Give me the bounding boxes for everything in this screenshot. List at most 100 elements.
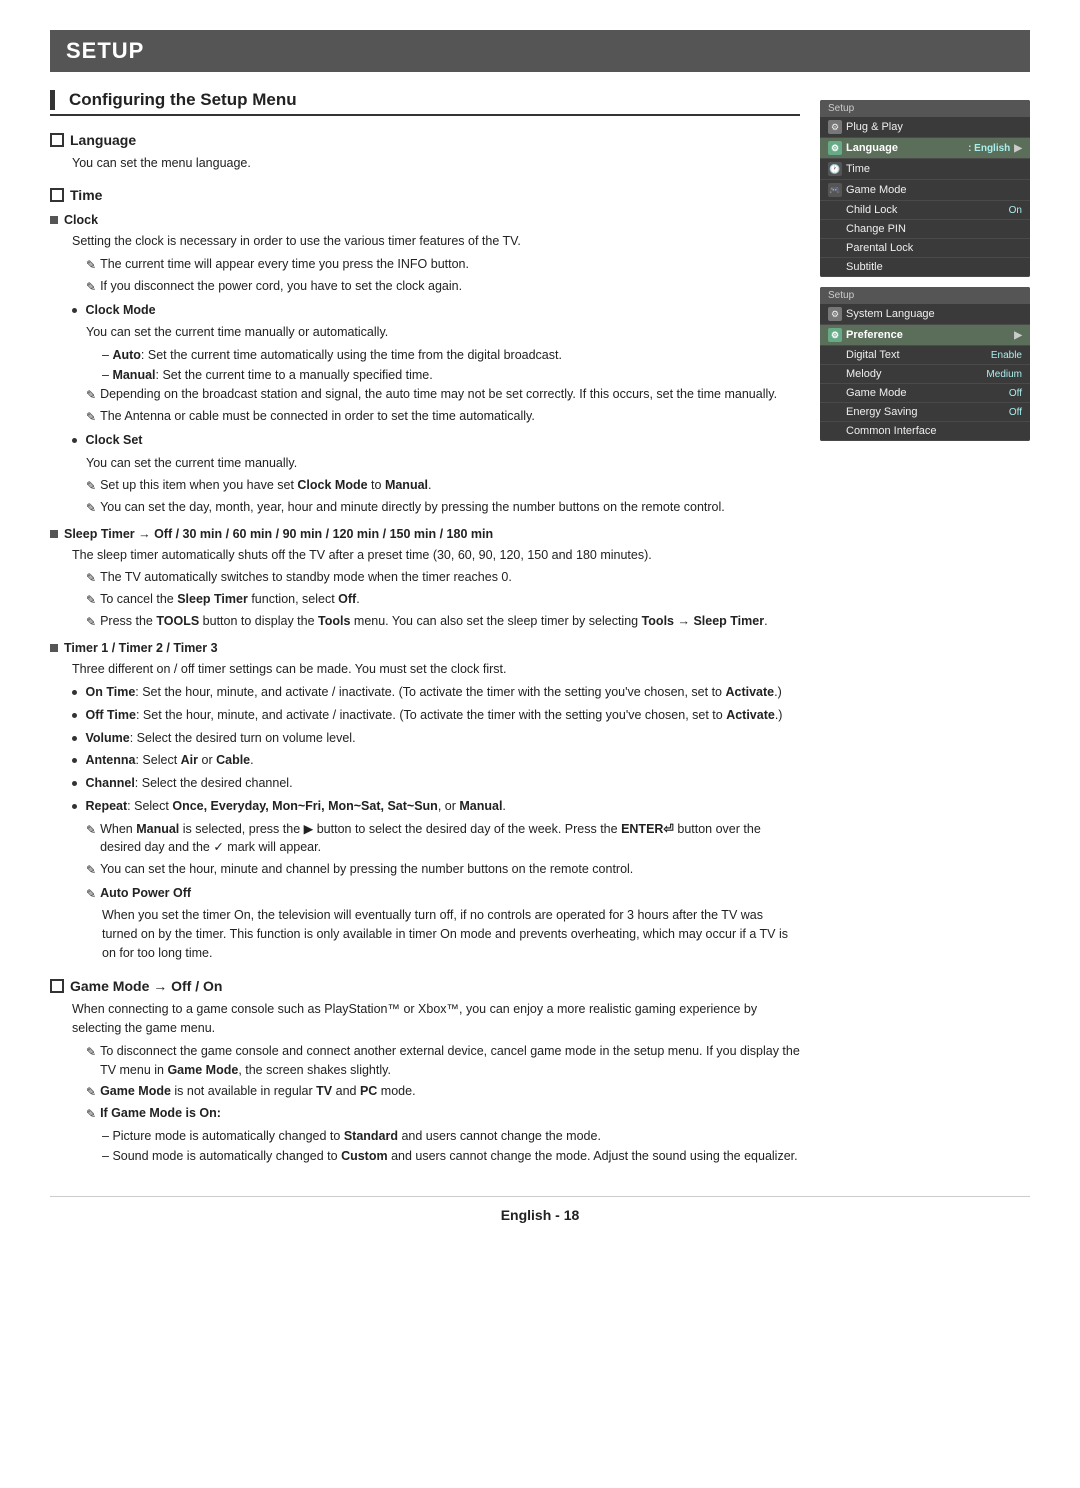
clock-mode-header: Clock Mode bbox=[72, 301, 800, 320]
footer-text: English - 18 bbox=[501, 1207, 580, 1223]
time-icon: 🕐 bbox=[828, 162, 842, 176]
clock-label: Clock bbox=[64, 213, 98, 227]
repeat-bullet bbox=[72, 804, 77, 809]
note-icon-3: ✎ bbox=[86, 386, 96, 404]
panel1-row-parentallock: Parental Lock bbox=[820, 239, 1030, 258]
page-title: SETUP bbox=[66, 38, 144, 63]
clock-set-note1: ✎ Set up this item when you have set Clo… bbox=[86, 476, 800, 495]
note-icon-11: ✎ bbox=[86, 861, 96, 879]
note-icon-6: ✎ bbox=[86, 499, 96, 517]
timer-volume: Volume: Select the desired turn on volum… bbox=[72, 729, 800, 748]
clock-note1: ✎ The current time will appear every tim… bbox=[86, 255, 800, 274]
note-icon-14: ✎ bbox=[86, 1083, 96, 1101]
note-icon-15: ✎ bbox=[86, 1105, 96, 1123]
sleep-timer-bullet bbox=[50, 530, 58, 538]
off-time-bullet bbox=[72, 713, 77, 718]
panel1-row-time: 🕐 Time bbox=[820, 159, 1030, 180]
section-heading: Configuring the Setup Menu bbox=[50, 90, 800, 116]
language-desc: You can set the menu language. bbox=[72, 154, 800, 173]
clock-mode-auto: Auto: Set the current time automatically… bbox=[102, 345, 800, 365]
footer: English - 18 bbox=[50, 1196, 1030, 1223]
sleep-timer-note1: ✎ The TV automatically switches to stand… bbox=[86, 568, 800, 587]
timer-antenna: Antenna: Select Air or Cable. bbox=[72, 751, 800, 770]
sleep-timer-note3: ✎ Press the TOOLS button to display the … bbox=[86, 612, 800, 631]
panel2-header-label: Setup bbox=[828, 290, 854, 301]
clock-desc: Setting the clock is necessary in order … bbox=[72, 232, 800, 251]
language-checkbox-icon bbox=[50, 133, 64, 147]
panel1-row-changepin: Change PIN bbox=[820, 220, 1030, 239]
panel2-row-melody: Melody Medium bbox=[820, 365, 1030, 384]
antenna-bullet bbox=[72, 758, 77, 763]
game-icon: 🎮 bbox=[828, 183, 842, 197]
clock-mode-bullet bbox=[72, 308, 77, 313]
clock-set-header: Clock Set bbox=[72, 431, 800, 450]
clock-note2: ✎ If you disconnect the power cord, you … bbox=[86, 277, 800, 296]
note-icon-12: ✎ bbox=[86, 885, 96, 903]
timer-ontime: On Time: Set the hour, minute, and activ… bbox=[72, 683, 800, 702]
panel2-row-gamemode: Game Mode Off bbox=[820, 384, 1030, 403]
game-mode-desc: When connecting to a game console such a… bbox=[72, 1000, 800, 1038]
note-icon-5: ✎ bbox=[86, 477, 96, 495]
panel1-header-label: Setup bbox=[828, 103, 854, 114]
timer-header: Timer 1 / Timer 2 / Timer 3 bbox=[50, 641, 800, 655]
sleep-timer-desc: The sleep timer automatically shuts off … bbox=[72, 546, 800, 565]
preference-icon: ⚙ bbox=[828, 328, 842, 342]
game-mode-if1: Picture mode is automatically changed to… bbox=[102, 1126, 800, 1146]
syslang-icon: ⚙ bbox=[828, 307, 842, 321]
game-mode-label: Game Mode → Off / On bbox=[70, 978, 222, 994]
timer-note-repeat: ✎ When Manual is selected, press the ▶ b… bbox=[86, 820, 800, 858]
timer-note-channel: ✎ You can set the hour, minute and chann… bbox=[86, 860, 800, 879]
note-icon-13: ✎ bbox=[86, 1043, 96, 1061]
clock-mode-manual: Manual: Set the current time to a manual… bbox=[102, 365, 800, 385]
timer-bullet bbox=[50, 644, 58, 652]
panel1-row-subtitle: Subtitle bbox=[820, 258, 1030, 277]
time-checkbox-icon bbox=[50, 188, 64, 202]
timer-offtime: Off Time: Set the hour, minute, and acti… bbox=[72, 706, 800, 725]
note-icon-8: ✎ bbox=[86, 591, 96, 609]
sleep-timer-note2: ✎ To cancel the Sleep Timer function, se… bbox=[86, 590, 800, 609]
language-header: Language bbox=[50, 132, 800, 148]
clock-section: Clock bbox=[50, 213, 800, 227]
timer-desc: Three different on / off timer settings … bbox=[72, 660, 800, 679]
clock-mode-desc: You can set the current time manually or… bbox=[86, 323, 800, 342]
time-header: Time bbox=[50, 187, 800, 203]
game-mode-header: Game Mode → Off / On bbox=[50, 978, 800, 994]
note-icon-9: ✎ bbox=[86, 613, 96, 631]
volume-bullet bbox=[72, 736, 77, 741]
note-icon-1: ✎ bbox=[86, 256, 96, 274]
on-time-bullet bbox=[72, 690, 77, 695]
panel2-header: Setup bbox=[820, 287, 1030, 304]
panel1-row-childlock: Child Lock On bbox=[820, 201, 1030, 220]
panel1-row-gamemode: 🎮 Game Mode bbox=[820, 180, 1030, 201]
ui-panel-1: Setup ⚙ Plug & Play ⚙ Language : English… bbox=[820, 100, 1030, 277]
game-mode-note2: ✎ Game Mode is not available in regular … bbox=[86, 1082, 800, 1101]
note-icon-10: ✎ bbox=[86, 821, 96, 839]
plug-play-icon: ⚙ bbox=[828, 120, 842, 134]
clock-bullet bbox=[50, 216, 58, 224]
game-mode-note1: ✎ To disconnect the game console and con… bbox=[86, 1042, 800, 1080]
clock-set-bullet bbox=[72, 438, 77, 443]
page-header: SETUP bbox=[50, 30, 1030, 72]
auto-power-off-header: ✎ Auto Power Off bbox=[86, 884, 800, 903]
panel2-row-syslang: ⚙ System Language bbox=[820, 304, 1030, 325]
timer-repeat: Repeat: Select Once, Everyday, Mon~Fri, … bbox=[72, 797, 800, 816]
sleep-timer-header: Sleep Timer → Off / 30 min / 60 min / 90… bbox=[50, 527, 800, 541]
note-icon-2: ✎ bbox=[86, 278, 96, 296]
language-label: Language bbox=[70, 132, 136, 148]
auto-power-off-desc: When you set the timer On, the televisio… bbox=[102, 906, 800, 962]
panel2-row-commoninterface: Common Interface bbox=[820, 422, 1030, 441]
clock-set-desc: You can set the current time manually. bbox=[86, 454, 800, 473]
ui-panel-2: Setup ⚙ System Language ⚙ Preference ▶ D… bbox=[820, 287, 1030, 441]
time-label: Time bbox=[70, 187, 102, 203]
panel1-header: Setup bbox=[820, 100, 1030, 117]
panel1-row-language: ⚙ Language : English ▶ bbox=[820, 138, 1030, 159]
panel2-row-energysaving: Energy Saving Off bbox=[820, 403, 1030, 422]
panel1-row-plugplay: ⚙ Plug & Play bbox=[820, 117, 1030, 138]
panel2-row-preference: ⚙ Preference ▶ bbox=[820, 325, 1030, 346]
channel-bullet bbox=[72, 781, 77, 786]
note-icon-7: ✎ bbox=[86, 569, 96, 587]
game-mode-note3: ✎ If Game Mode is On: bbox=[86, 1104, 800, 1123]
clock-set-note2: ✎ You can set the day, month, year, hour… bbox=[86, 498, 800, 517]
game-mode-checkbox bbox=[50, 979, 64, 993]
clock-mode-note1: ✎ Depending on the broadcast station and… bbox=[86, 385, 800, 404]
